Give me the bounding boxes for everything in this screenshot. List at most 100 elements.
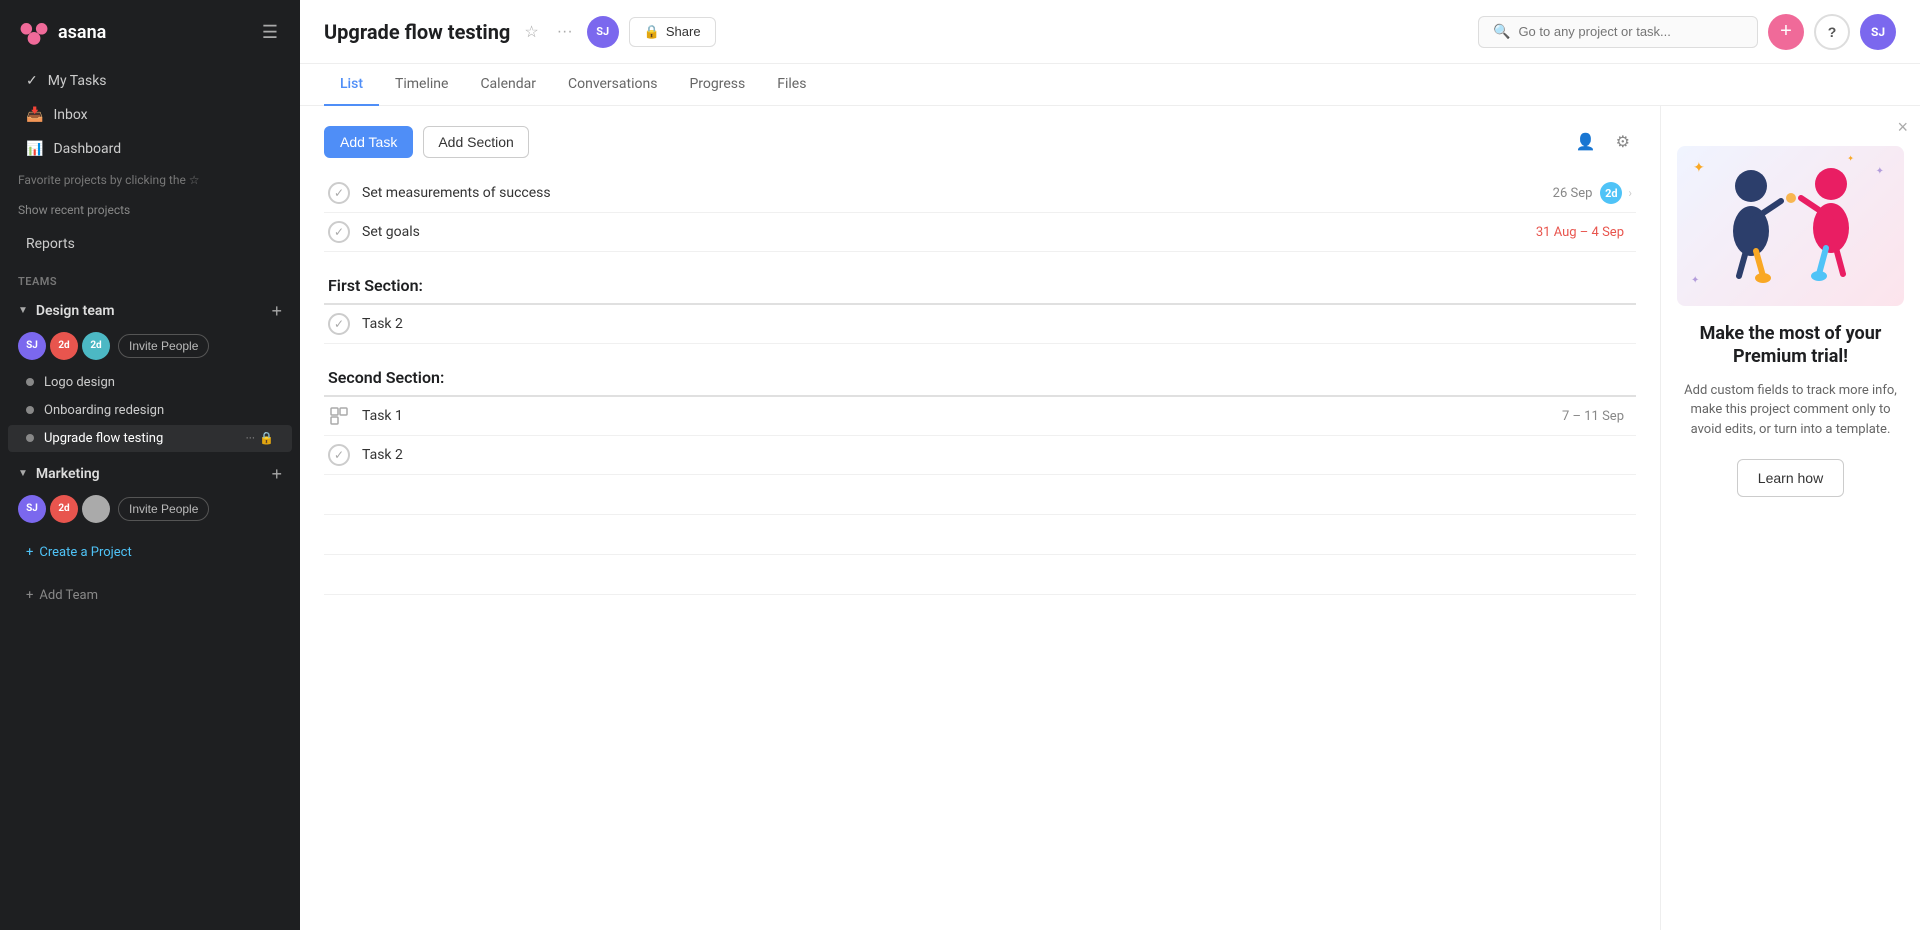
sidebar-collapse-button[interactable]: ☰ [258, 18, 282, 47]
team-add-button[interactable]: + [271, 465, 282, 483]
task-row[interactable]: ✓ Set goals 31 Aug – 4 Sep [324, 213, 1636, 252]
tab-list[interactable]: List [324, 64, 379, 106]
team-chevron-icon: ▼ [18, 305, 28, 316]
lock-icon: 🔒 [259, 431, 274, 445]
share-button[interactable]: 🔒 Share [629, 17, 716, 47]
more-options-button[interactable]: ··· [553, 19, 577, 45]
team-marketing-row[interactable]: ▼ Marketing + [0, 457, 300, 491]
task-name: Task 2 [362, 316, 1632, 332]
favorites-hint: Favorite projects by clicking the ☆ [0, 166, 300, 199]
search-bar[interactable]: 🔍 [1478, 16, 1758, 48]
task-row[interactable]: Task 1 7 – 11 Sep [324, 397, 1636, 436]
premium-close-button[interactable]: × [1897, 118, 1908, 136]
add-team-button[interactable]: + Add Team [8, 580, 292, 611]
topbar: Upgrade flow testing ☆ ··· SJ 🔒 Share 🔍 … [300, 0, 1920, 64]
task-complete-button[interactable]: ✓ [328, 221, 350, 243]
content-area: Add Task Add Section 👤 ⚙ ✓ Set measureme… [300, 106, 1920, 930]
unsectioned-tasks: ✓ Set measurements of success 26 Sep 2d … [324, 174, 1636, 252]
sidebar-item-my-tasks[interactable]: ✓ My Tasks [8, 65, 292, 97]
premium-panel: × ✦ ✦ ✦ ✦ [1660, 106, 1920, 930]
add-task-button[interactable]: Add Task [324, 126, 413, 158]
invite-people-button[interactable]: Invite People [118, 334, 209, 358]
learn-how-button[interactable]: Learn how [1737, 459, 1844, 497]
project-item-upgrade[interactable]: Upgrade flow testing ··· 🔒 [8, 425, 292, 452]
premium-title: Make the most of your Premium trial! [1677, 322, 1904, 369]
sidebar-header: asana ☰ [0, 0, 300, 64]
plus-icon: + [26, 588, 33, 603]
subtask-icon [328, 405, 350, 427]
task-date-overdue: 31 Aug – 4 Sep [1536, 225, 1624, 240]
empty-row [324, 515, 1636, 555]
sidebar-item-inbox[interactable]: 📥 Inbox [8, 99, 292, 131]
task-list-container: Add Task Add Section 👤 ⚙ ✓ Set measureme… [300, 106, 1660, 930]
star-decoration: ✦ [1691, 275, 1699, 286]
sidebar: asana ☰ ✓ My Tasks 📥 Inbox 📊 Dashboard F… [0, 0, 300, 930]
tab-timeline[interactable]: Timeline [379, 64, 464, 106]
asana-logo[interactable]: asana [18, 16, 106, 48]
star-decoration: ✦ [1693, 160, 1705, 176]
project-item-logo-design[interactable]: Logo design [8, 369, 292, 396]
help-button[interactable]: ? [1814, 14, 1850, 50]
task-toolbar-right: 👤 ⚙ [1570, 128, 1636, 156]
section-title: First Section: [328, 276, 423, 295]
sidebar-item-reports[interactable]: Reports [8, 228, 292, 260]
user-avatar[interactable]: SJ [1860, 14, 1896, 50]
topbar-right: 🔍 + ? SJ [1478, 14, 1896, 50]
avatar: 2d [50, 495, 78, 523]
tabs-bar: List Timeline Calendar Conversations Pro… [300, 64, 1920, 106]
team-design-row[interactable]: ▼ Design team + [0, 294, 300, 328]
favorite-star-button[interactable]: ☆ [520, 18, 542, 46]
sidebar-item-dashboard[interactable]: 📊 Dashboard [8, 133, 292, 165]
my-tasks-icon: ✓ [26, 73, 38, 89]
team-marketing: ▼ Marketing + SJ 2d Invite People [0, 457, 300, 531]
task-row[interactable]: ✓ Task 2 [324, 436, 1636, 475]
filter-sort-button[interactable]: ⚙ [1610, 128, 1636, 156]
team-design-members: SJ 2d 2d Invite People [0, 328, 300, 368]
global-add-button[interactable]: + [1768, 14, 1804, 50]
tab-conversations[interactable]: Conversations [552, 64, 673, 106]
show-recent-projects[interactable]: Show recent projects [0, 199, 300, 227]
create-project-button[interactable]: + Create a Project [8, 537, 292, 568]
project-title: Upgrade flow testing [324, 20, 510, 44]
task-complete-button[interactable]: ✓ [328, 444, 350, 466]
task-name: Set measurements of success [362, 185, 1553, 201]
task-complete-button[interactable]: ✓ [328, 313, 350, 335]
dashboard-icon: 📊 [26, 141, 43, 157]
task-complete-button[interactable]: ✓ [328, 182, 350, 204]
section-header: Second Section: [324, 352, 1636, 397]
team-design-name: ▼ Design team [18, 303, 115, 319]
tab-calendar[interactable]: Calendar [464, 64, 552, 106]
task-name: Set goals [362, 224, 1536, 240]
team-marketing-name: ▼ Marketing [18, 466, 100, 482]
task-toolbar-left: Add Task Add Section [324, 126, 529, 158]
team-add-button[interactable]: + [271, 302, 282, 320]
search-input[interactable] [1518, 24, 1743, 39]
team-chevron-icon: ▼ [18, 468, 28, 479]
add-section-button[interactable]: Add Section [423, 126, 529, 158]
search-icon: 🔍 [1493, 24, 1510, 40]
tab-files[interactable]: Files [761, 64, 822, 106]
premium-illustration: ✦ ✦ ✦ ✦ [1677, 146, 1904, 306]
inbox-icon: 📥 [26, 107, 43, 123]
task-row[interactable]: ✓ Set measurements of success 26 Sep 2d … [324, 174, 1636, 213]
tab-progress[interactable]: Progress [673, 64, 761, 106]
section-title: Second Section: [328, 368, 444, 387]
invite-people-button[interactable]: Invite People [118, 497, 209, 521]
avatar: 2d [82, 332, 110, 360]
project-item-onboarding[interactable]: Onboarding redesign [8, 397, 292, 424]
project-dot [26, 406, 34, 414]
team-design: ▼ Design team + SJ 2d 2d Invite People L… [0, 294, 300, 453]
task-expand-icon: › [1628, 186, 1632, 200]
avatar: SJ [18, 495, 46, 523]
project-item-actions: ··· 🔒 [246, 431, 274, 445]
project-dot [26, 378, 34, 386]
topbar-left: Upgrade flow testing ☆ ··· SJ 🔒 Share [324, 16, 716, 48]
star-decoration: ✦ [1876, 166, 1884, 177]
avatar: 2d [50, 332, 78, 360]
assignee-filter-button[interactable]: 👤 [1570, 128, 1602, 156]
empty-row [324, 555, 1636, 595]
task-date: 26 Sep [1553, 186, 1593, 201]
task-row[interactable]: ✓ Task 2 [324, 305, 1636, 344]
avatar [82, 495, 110, 523]
second-section: Second Section: Task 1 7 – 11 Sep [324, 352, 1636, 475]
